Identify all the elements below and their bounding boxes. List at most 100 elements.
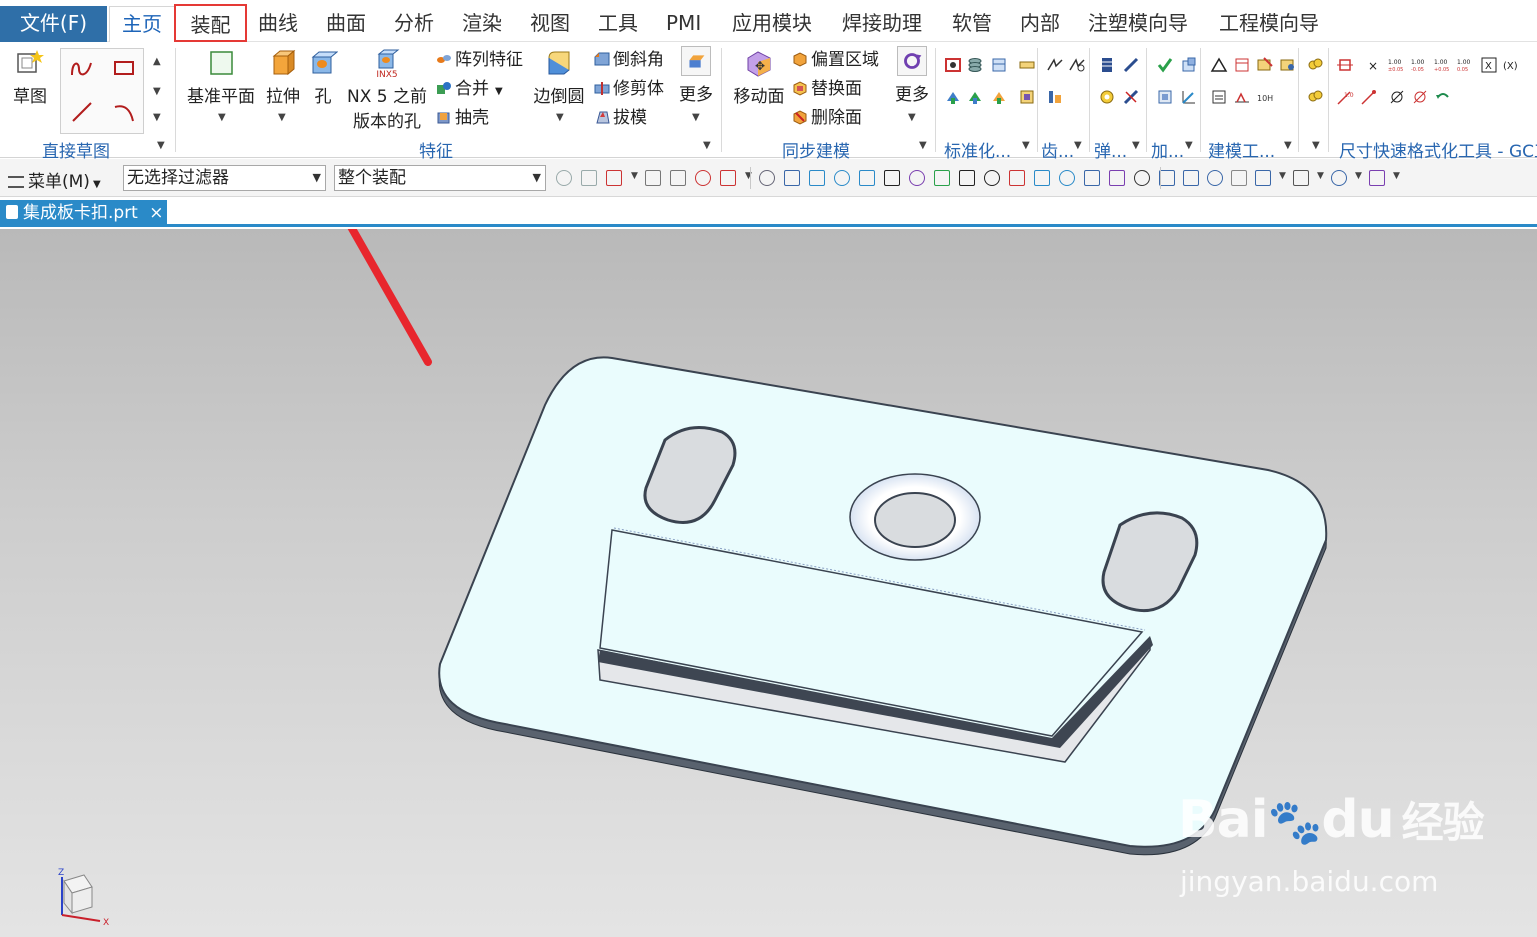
lasso-select-icon[interactable] <box>720 170 736 186</box>
gear-modify-icon[interactable] <box>1068 56 1086 74</box>
wave-snap-icon[interactable] <box>934 170 950 186</box>
gallery-expand-icon[interactable]: ▼ <box>153 112 161 123</box>
gallery-scroll-down-icon[interactable]: ▼ <box>153 86 161 97</box>
sync-modeling-dropdown-icon[interactable]: ▼ <box>919 140 927 151</box>
tolerance-format-4-icon[interactable]: 1.000.05 <box>1457 56 1475 74</box>
gear-icon[interactable] <box>1046 56 1064 74</box>
chevron-down-icon[interactable]: ▼ <box>631 171 641 187</box>
edit-table-icon[interactable] <box>1256 56 1274 74</box>
surface-snap-icon[interactable] <box>1084 170 1100 186</box>
close-tab-icon[interactable]: × <box>149 203 163 223</box>
reference-dim-icon[interactable]: 1.00 <box>1336 88 1354 106</box>
chevron-down-icon[interactable]: ▼ <box>1355 171 1365 187</box>
multiply-icon[interactable]: × <box>1364 56 1382 74</box>
tolerance-icon[interactable]: 10H7 <box>1256 88 1274 106</box>
select-box-icon[interactable] <box>606 170 622 186</box>
add-dropdown-icon[interactable]: ▼ <box>1185 140 1193 151</box>
tab-tools[interactable]: 工具 <box>598 6 638 42</box>
tab-surface[interactable]: 曲面 <box>326 6 366 42</box>
profile-icon[interactable] <box>69 57 95 79</box>
tab-progressive-die-wizard[interactable]: 工程模向导 <box>1219 6 1319 42</box>
feature-select-icon[interactable] <box>645 170 661 186</box>
perpendicular-snap-icon[interactable] <box>959 170 975 186</box>
spring-tool-icon[interactable] <box>1122 56 1140 74</box>
edge-blend-dropdown-icon[interactable]: ▼ <box>556 112 564 123</box>
chevron-down-icon[interactable]: ▼ <box>1279 171 1289 187</box>
nut-icon[interactable] <box>966 88 984 106</box>
more-features-dropdown-icon[interactable]: ▼ <box>692 112 700 123</box>
cube-icon[interactable] <box>784 170 800 186</box>
tab-pmi[interactable]: PMI <box>666 6 701 42</box>
pin-icon[interactable] <box>1018 88 1036 106</box>
gear-table-icon[interactable] <box>1046 88 1064 106</box>
sketch-button[interactable]: 草图 <box>8 48 52 107</box>
spring-dropdown-icon[interactable]: ▼ <box>1132 140 1140 151</box>
document-tab[interactable]: 集成板卡扣.prt × <box>0 200 167 227</box>
spring-delete-icon[interactable] <box>1122 88 1140 106</box>
check-icon[interactable] <box>1156 56 1174 74</box>
arc-icon[interactable] <box>111 99 137 125</box>
chevron-down-icon[interactable]: ▼ <box>1393 171 1403 187</box>
spline-snap-icon[interactable] <box>909 170 925 186</box>
graphics-viewport[interactable]: Z X Bai🐾du 经验 jingyan.baidu.com <box>0 229 1537 937</box>
line-icon[interactable] <box>69 99 95 125</box>
selection-scope-dropdown[interactable]: 整个装配 ▼ <box>334 165 546 191</box>
scale-icon[interactable] <box>1233 88 1251 106</box>
chevron-down-icon[interactable]: ▼ <box>1317 171 1327 187</box>
main-menu-button[interactable]: 菜单(M) ▼ <box>8 167 101 192</box>
endpoint-snap-icon[interactable] <box>859 170 875 186</box>
more-features-button[interactable]: 更多 <box>676 46 716 105</box>
trim-body-button[interactable]: 修剪体 <box>594 76 664 102</box>
tab-home[interactable]: 主页 <box>109 6 175 42</box>
extrude-button[interactable]: 拉伸 <box>262 48 304 107</box>
gc-toolkit-dropdown-icon[interactable]: ▼ <box>1312 140 1320 151</box>
measure-table-icon[interactable] <box>1279 56 1297 74</box>
tab-assembly[interactable]: 装配 <box>174 4 247 42</box>
tab-routing[interactable]: 软管 <box>952 6 992 42</box>
curve-snap-icon[interactable] <box>884 170 900 186</box>
book-icon[interactable] <box>1134 170 1150 186</box>
spring-icon[interactable] <box>1098 56 1116 74</box>
tab-application[interactable]: 应用模块 <box>732 6 812 42</box>
midpoint-snap-icon[interactable] <box>809 170 825 186</box>
move-face-button[interactable]: ✥ 移动面 <box>730 48 788 107</box>
layout-icon[interactable] <box>1255 170 1271 186</box>
circle-snap-icon[interactable] <box>1009 170 1025 186</box>
dimension-frame-icon[interactable] <box>1336 56 1354 74</box>
zoom-fit-icon[interactable] <box>1159 170 1175 186</box>
box-x-icon[interactable]: X <box>1480 56 1498 74</box>
offset-region-button[interactable]: 偏置区域 <box>792 47 879 73</box>
bolt-icon[interactable] <box>944 88 962 106</box>
stack-icon[interactable] <box>966 56 984 74</box>
unite-dropdown-icon[interactable]: ▼ <box>495 86 503 97</box>
gc-toolkit-2-icon[interactable] <box>1306 88 1324 106</box>
pattern-feature-button[interactable]: 阵列特征 <box>436 47 523 73</box>
unite-button[interactable]: 合并 ▼ <box>436 76 503 102</box>
washer-icon[interactable] <box>990 88 1008 106</box>
tab-analysis[interactable]: 分析 <box>394 6 434 42</box>
add-axis-icon[interactable] <box>1180 88 1198 106</box>
tab-view[interactable]: 视图 <box>530 6 570 42</box>
more-sync-dropdown-icon[interactable]: ▼ <box>908 112 916 123</box>
calendar-icon[interactable] <box>1233 56 1251 74</box>
diameter-red-icon[interactable] <box>1411 88 1429 106</box>
gear-dropdown-icon[interactable]: ▼ <box>1074 140 1082 151</box>
list-icon[interactable] <box>1210 88 1228 106</box>
paren-x-icon[interactable]: (X) <box>1503 56 1521 74</box>
edge-blend-button[interactable]: 边倒圆 <box>532 48 586 107</box>
gallery-scroll-up-icon[interactable]: ▲ <box>153 56 161 67</box>
undo-selection-icon[interactable] <box>556 170 572 186</box>
line-snap-icon[interactable] <box>834 170 850 186</box>
render-style-icon[interactable] <box>1293 170 1309 186</box>
tangent-snap-icon[interactable] <box>1059 170 1075 186</box>
datum-plane-button[interactable]: 基准平面 <box>186 48 256 107</box>
replace-face-button[interactable]: 替换面 <box>792 76 862 102</box>
tab-curve[interactable]: 曲线 <box>258 6 298 42</box>
draft-button[interactable]: 拔模 <box>594 105 647 131</box>
triangle-icon[interactable] <box>1210 56 1228 74</box>
tolerance-format-3-icon[interactable]: 1.00+0.05 <box>1434 56 1452 74</box>
more-sync-button[interactable]: 更多 <box>892 46 932 105</box>
zoom-window-icon[interactable] <box>1183 170 1199 186</box>
center-snap-icon[interactable] <box>984 170 1000 186</box>
standardize-dropdown-icon[interactable]: ▼ <box>1022 140 1030 151</box>
